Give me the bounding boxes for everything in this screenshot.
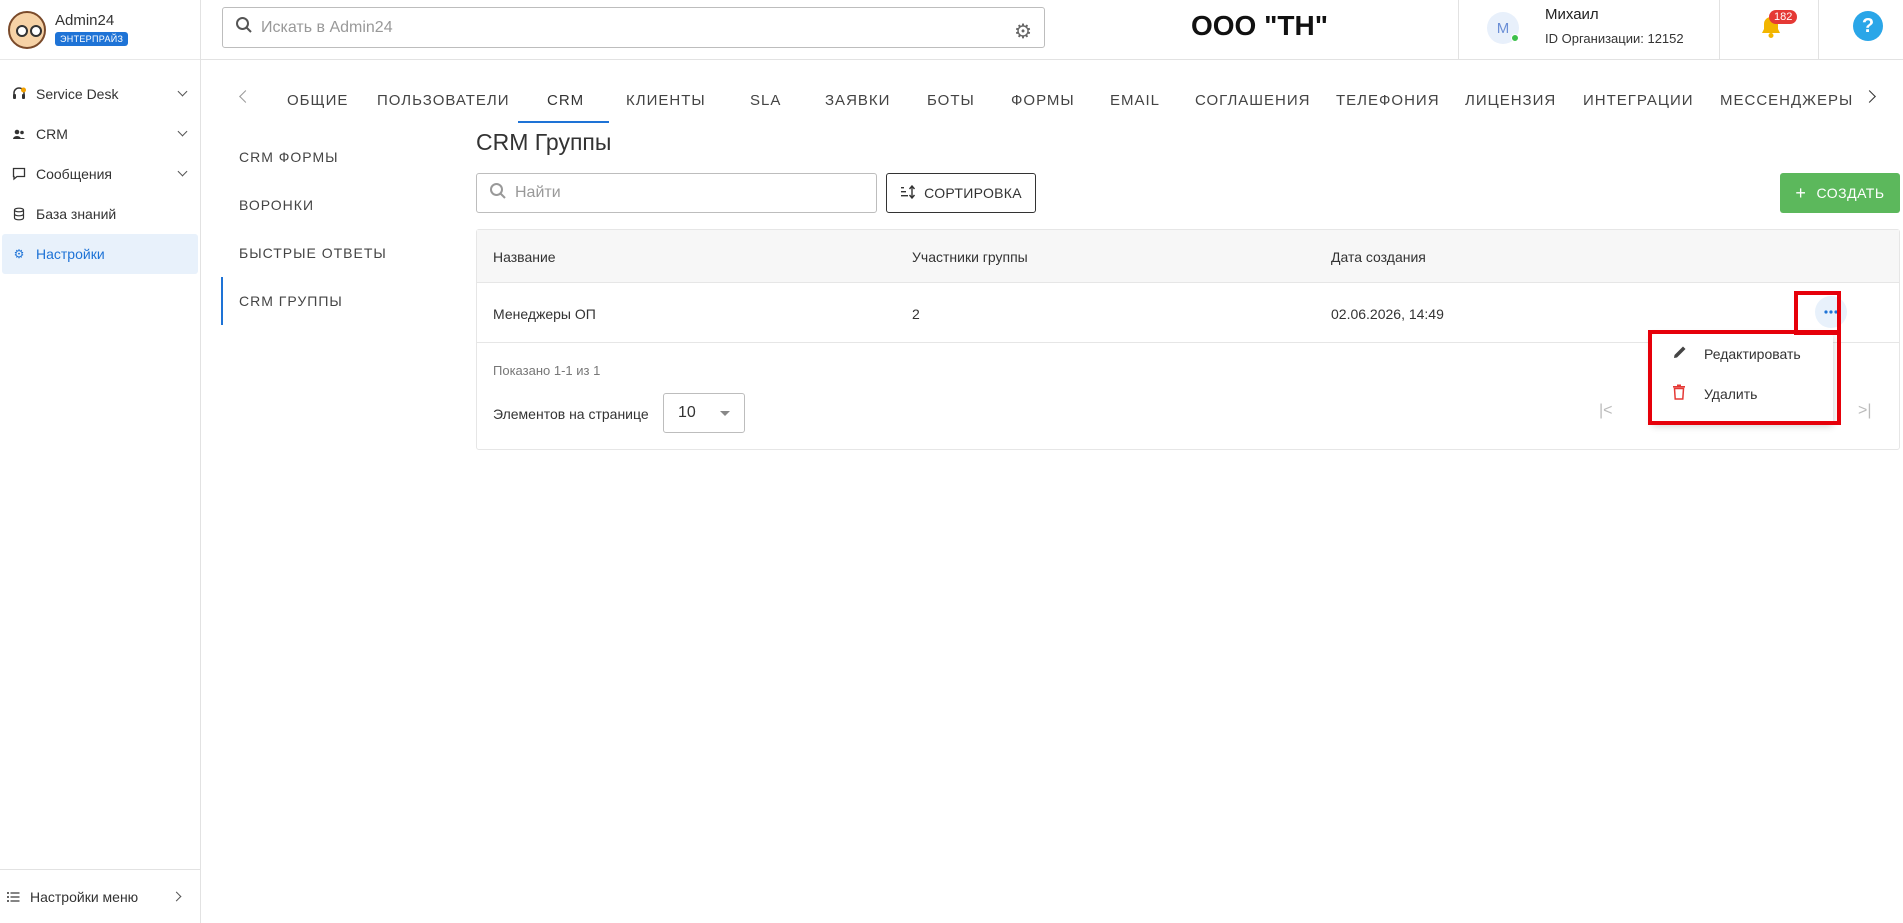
global-search-input[interactable]: Искать в Admin24 ⚙ [222, 7, 1045, 48]
app-name: Admin24 [55, 12, 115, 29]
header-divider [1458, 0, 1459, 60]
pagination-summary: Показано 1-1 из 1 [493, 363, 601, 378]
table-header: Название Участники группы Дата создания [477, 230, 1899, 283]
user-name[interactable]: Михаил [1545, 6, 1599, 23]
sidebar-item-label: Сообщения [36, 166, 112, 182]
sidebar-item-label: База знаний [36, 206, 117, 222]
first-page-icon[interactable]: |< [1599, 402, 1613, 420]
menu-settings-link[interactable]: Настройки меню [0, 869, 200, 923]
subnav-funnels[interactable]: ВОРОНКИ [221, 181, 421, 229]
cell-members-count: 2 [912, 306, 920, 322]
search-icon [489, 182, 507, 205]
sort-button[interactable]: СОРТИРОВКА [886, 173, 1036, 213]
database-icon [12, 207, 26, 221]
search-input[interactable]: Найти [476, 173, 877, 213]
create-label: СОЗДАТЬ [1816, 185, 1885, 201]
list-icon [6, 890, 20, 904]
avatar[interactable]: М [1487, 12, 1519, 44]
tab-general[interactable]: ОБЩИЕ [287, 92, 348, 109]
organization-title: ООО "ТН" [1191, 10, 1328, 41]
tab-bots[interactable]: БОТЫ [927, 92, 975, 109]
people-icon [12, 127, 26, 141]
chevron-down-icon [177, 166, 188, 177]
tabs-scroll-left-icon[interactable] [239, 90, 252, 103]
sidebar-item-settings[interactable]: ⚙ Настройки [2, 234, 198, 274]
online-status-dot [1511, 34, 1519, 42]
crm-subnav: CRM ФОРМЫ ВОРОНКИ БЫСТРЫЕ ОТВЕТЫ CRM ГРУ… [221, 133, 421, 325]
subnav-crm-groups[interactable]: CRM ГРУППЫ [221, 277, 421, 325]
help-icon[interactable]: ? [1853, 11, 1883, 41]
tab-integrations[interactable]: ИНТЕГРАЦИИ [1583, 92, 1694, 109]
active-tab-indicator [518, 121, 609, 123]
sidebar-item-knowledge-base[interactable]: База знаний [2, 194, 198, 234]
sidebar: Admin24 ЭНТЕРПРАЙЗ Service Desk CRM Сооб… [0, 0, 201, 923]
tab-forms[interactable]: ФОРМЫ [1011, 92, 1075, 109]
header-divider [1818, 0, 1819, 60]
global-search-placeholder: Искать в Admin24 [261, 18, 393, 36]
cell-group-name: Менеджеры ОП [493, 306, 596, 322]
top-header: Искать в Admin24 ⚙ ООО "ТН" М Михаил ID … [201, 0, 1903, 60]
per-page-label: Элементов на странице [493, 406, 649, 422]
subnav-crm-forms[interactable]: CRM ФОРМЫ [221, 133, 421, 181]
column-header-members[interactable]: Участники группы [912, 249, 1028, 265]
chevron-down-icon [177, 126, 188, 137]
page-title: CRM Группы [476, 129, 612, 155]
sidebar-item-crm[interactable]: CRM [2, 114, 198, 154]
organization-id: ID Организации: 12152 [1545, 31, 1684, 46]
search-settings-gear-icon[interactable]: ⚙ [1014, 19, 1032, 44]
tabs-scroll-right-icon[interactable] [1863, 90, 1876, 103]
gear-icon: ⚙ [13, 247, 25, 261]
tab-messengers[interactable]: МЕССЕНДЖЕРЫ [1720, 92, 1853, 109]
column-header-name[interactable]: Название [493, 249, 556, 265]
tab-requests[interactable]: ЗАЯВКИ [825, 92, 890, 109]
sidebar-item-label: CRM [36, 126, 68, 142]
per-page-select[interactable]: 10 [663, 393, 745, 433]
create-button[interactable]: + СОЗДАТЬ [1780, 173, 1900, 213]
plus-icon: + [1795, 182, 1807, 203]
tab-telephony[interactable]: ТЕЛЕФОНИЯ [1336, 92, 1440, 109]
tab-agreements[interactable]: СОГЛАШЕНИЯ [1195, 92, 1311, 109]
header-divider [1719, 0, 1720, 60]
menu-settings-label: Настройки меню [30, 888, 139, 905]
chevron-right-icon [171, 891, 182, 902]
chat-icon [12, 167, 26, 181]
sidebar-nav: Service Desk CRM Сообщения База знаний ⚙ [0, 60, 200, 274]
highlight-box-more-button [1794, 291, 1841, 335]
cell-created-date: 02.06.2026, 14:49 [1331, 306, 1444, 322]
per-page-value: 10 [678, 404, 696, 421]
caret-down-icon [720, 411, 730, 416]
tab-license[interactable]: ЛИЦЕНЗИЯ [1465, 92, 1556, 109]
sidebar-item-label: Настройки [36, 246, 105, 262]
tab-crm[interactable]: CRM [547, 92, 584, 109]
headset-icon [12, 87, 26, 101]
last-page-icon[interactable]: >| [1858, 402, 1872, 420]
sidebar-item-messages[interactable]: Сообщения [2, 154, 198, 194]
plan-badge: ЭНТЕРПРАЙЗ [55, 32, 129, 46]
tab-users[interactable]: ПОЛЬЗОВАТЕЛИ [377, 92, 510, 109]
logo-mascot-icon [8, 10, 46, 49]
tab-sla[interactable]: SLA [750, 92, 781, 109]
logo-area[interactable]: Admin24 ЭНТЕРПРАЙЗ [0, 0, 200, 60]
chevron-down-icon [177, 86, 188, 97]
column-header-created[interactable]: Дата создания [1331, 249, 1426, 265]
sidebar-item-service-desk[interactable]: Service Desk [2, 74, 198, 114]
sort-label: СОРТИРОВКА [924, 185, 1022, 201]
sidebar-item-label: Service Desk [36, 86, 119, 102]
avatar-letter: М [1496, 19, 1510, 37]
settings-tabs: ОБЩИЕ ПОЛЬЗОВАТЕЛИ CRM КЛИЕНТЫ SLA ЗАЯВК… [201, 60, 1903, 124]
tab-clients[interactable]: КЛИЕНТЫ [626, 92, 706, 109]
sort-icon [900, 184, 916, 202]
notifications-badge: 182 [1769, 10, 1798, 24]
search-icon [235, 16, 253, 39]
subnav-quick-replies[interactable]: БЫСТРЫЕ ОТВЕТЫ [221, 229, 421, 277]
search-placeholder: Найти [515, 184, 561, 201]
highlight-box-menu [1648, 330, 1841, 425]
tab-email[interactable]: EMAIL [1110, 92, 1160, 109]
